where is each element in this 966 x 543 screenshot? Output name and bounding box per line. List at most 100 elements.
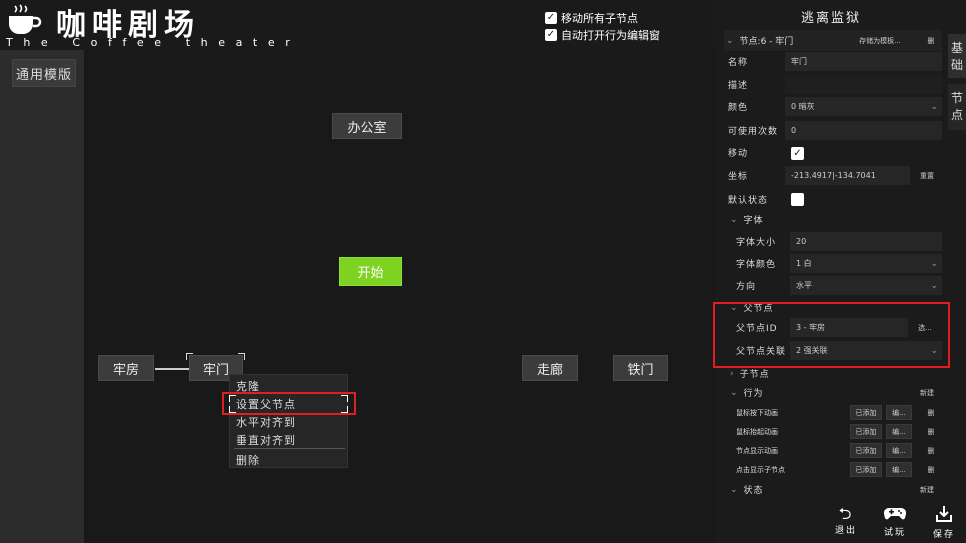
behavior-status: 已添加 — [850, 443, 882, 458]
behavior-delete-button[interactable]: 删 — [924, 424, 938, 439]
desc-input[interactable] — [785, 75, 942, 94]
menu-item-h-align[interactable]: 水平对齐到 — [236, 414, 296, 430]
chevron-down-icon: ⌄ — [930, 101, 938, 112]
color-row: 颜色 0 暗灰 ⌄ — [724, 96, 942, 117]
font-color-row: 字体颜色 1 白 ⌄ — [732, 253, 942, 274]
chevron-down-icon: ⌄ — [730, 387, 738, 398]
behavior-section[interactable]: ⌄ 行为 — [724, 382, 942, 403]
child-section[interactable]: › 子节点 — [724, 363, 942, 384]
move-checkbox[interactable]: ✓ — [791, 147, 804, 160]
behavior-delete-button[interactable]: 删 — [924, 462, 938, 477]
font-color-label: 字体颜色 — [736, 260, 777, 270]
save-as-template-button[interactable]: 存储为模板... — [851, 33, 909, 48]
font-section[interactable]: ⌄ 字体 — [724, 209, 942, 230]
exit-button[interactable]: ⮌ 退出 — [826, 505, 866, 541]
direction-select[interactable]: 水平 ⌄ — [790, 276, 942, 295]
menu-divider — [234, 448, 345, 449]
child-section-label: 子节点 — [739, 370, 770, 380]
behavior-delete-button[interactable]: 删 — [924, 405, 938, 420]
uses-label: 可使用次数 — [728, 127, 779, 137]
coord-label: 坐标 — [728, 172, 749, 182]
name-input[interactable]: 牢门 — [785, 52, 942, 71]
behavior-label: 节点显示动画 — [736, 446, 778, 455]
trial-button[interactable]: 试玩 — [875, 505, 915, 541]
behavior-section-label: 行为 — [743, 389, 764, 399]
highlight-box — [222, 392, 356, 415]
node-header: 节点:6 - 牢门 — [739, 37, 794, 47]
behavior-edit-button[interactable]: 编... — [886, 443, 912, 458]
font-color-select[interactable]: 1 白 ⌄ — [790, 254, 942, 273]
behavior-label: 鼠标按下动画 — [736, 408, 778, 417]
default-state-row: 默认状态 — [724, 189, 942, 210]
uses-input[interactable]: 0 — [785, 121, 942, 140]
chevron-down-icon: ⌄ — [730, 484, 738, 495]
behavior-edit-button[interactable]: 编... — [886, 462, 912, 477]
behavior-status: 已添加 — [850, 462, 882, 477]
node-start[interactable]: 开始 — [339, 257, 402, 286]
move-label: 移动 — [728, 149, 749, 159]
coord-input[interactable]: -213.4917|-134.7041 — [785, 166, 910, 185]
node-corridor[interactable]: 走廊 — [522, 355, 578, 381]
font-section-label: 字体 — [743, 216, 764, 226]
font-color-value: 1 白 — [796, 259, 812, 268]
app-subtitle: The Coffee theater — [6, 36, 301, 49]
color-select[interactable]: 0 暗灰 ⌄ — [785, 97, 942, 116]
desc-label: 描述 — [728, 81, 749, 91]
direction-value: 水平 — [796, 281, 812, 290]
color-label: 颜色 — [728, 103, 749, 113]
behavior-delete-button[interactable]: 删 — [924, 443, 938, 458]
chevron-down-icon: ⌄ — [730, 214, 738, 225]
auto-open-editor-label: 自动打开行为编辑窗 — [561, 29, 660, 42]
node-office[interactable]: 办公室 — [332, 113, 402, 139]
chevron-right-icon: › — [730, 368, 734, 379]
state-section-label: 状态 — [743, 486, 764, 496]
download-save-icon — [924, 505, 964, 527]
trial-label: 试玩 — [883, 528, 906, 538]
tab-basic[interactable]: 基础 — [948, 34, 966, 78]
tab-nodes[interactable]: 节点 — [948, 84, 966, 130]
desc-row: 描述 — [724, 74, 942, 95]
context-menu: 克隆 设置父节点 水平对齐到 垂直对齐到 删除 — [229, 374, 348, 468]
font-size-label: 字体大小 — [736, 238, 777, 248]
template-button[interactable]: 通用模版 — [12, 59, 76, 87]
left-sidebar — [0, 50, 84, 543]
node-header-row[interactable]: ⌄ 节点:6 - 牢门 — [724, 30, 942, 51]
node-cell[interactable]: 牢房 — [98, 355, 154, 381]
exit-label: 退出 — [834, 526, 857, 536]
menu-item-delete[interactable]: 删除 — [236, 452, 260, 468]
reset-coord-button[interactable]: 重置 — [914, 168, 940, 183]
move-children-label: 移动所有子节点 — [561, 12, 638, 25]
behavior-label: 点击显示子节点 — [736, 465, 785, 474]
delete-node-button[interactable]: 删 — [924, 33, 938, 48]
coffee-cup-icon — [9, 4, 42, 34]
save-button[interactable]: 保存 — [924, 505, 964, 541]
node-iron-gate[interactable]: 铁门 — [613, 355, 668, 381]
direction-label: 方向 — [736, 282, 757, 292]
direction-row: 方向 水平 ⌄ — [732, 275, 942, 296]
highlight-box — [713, 302, 950, 368]
move-row: 移动 — [724, 142, 942, 163]
name-label: 名称 — [728, 58, 749, 68]
gamepad-icon — [875, 505, 915, 525]
move-children-checkbox[interactable]: ✓ 移动所有子节点 — [545, 10, 638, 26]
coord-row: 坐标 -213.4917|-134.7041 — [724, 165, 942, 186]
behavior-status: 已添加 — [850, 424, 882, 439]
state-section[interactable]: ⌄ 状态 — [724, 479, 942, 500]
app-header: 咖啡剧场 The Coffee theater ✓ 移动所有子节点 ✓ 自动打开… — [0, 0, 716, 50]
behavior-edit-button[interactable]: 编... — [886, 405, 912, 420]
behavior-status: 已添加 — [850, 405, 882, 420]
uses-row: 可使用次数 0 — [724, 120, 942, 141]
behavior-edit-button[interactable]: 编... — [886, 424, 912, 439]
node-link-line — [155, 368, 189, 370]
selection-corner — [186, 353, 193, 360]
font-size-input[interactable]: 20 — [790, 232, 942, 251]
new-behavior-button[interactable]: 新建 — [914, 385, 940, 400]
default-state-checkbox[interactable] — [791, 193, 804, 206]
chevron-down-icon: ⌄ — [930, 258, 938, 269]
name-row: 名称 牢门 — [724, 51, 942, 72]
save-label: 保存 — [932, 530, 955, 540]
auto-open-editor-checkbox[interactable]: ✓ 自动打开行为编辑窗 — [545, 27, 660, 43]
default-state-label: 默认状态 — [728, 196, 769, 206]
menu-item-v-align[interactable]: 垂直对齐到 — [236, 432, 296, 448]
new-state-button[interactable]: 新建 — [914, 482, 940, 497]
